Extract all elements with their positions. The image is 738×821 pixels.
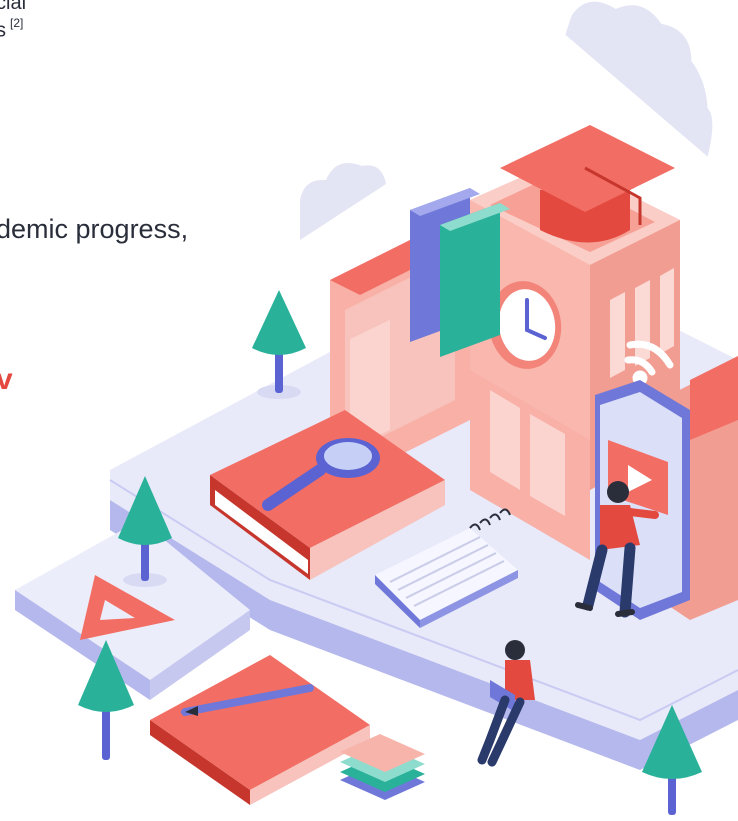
education-illustration xyxy=(15,1,738,815)
cloud-icon xyxy=(300,163,386,240)
tablet-device xyxy=(595,380,690,620)
roof-books xyxy=(410,188,510,357)
closed-book-lower xyxy=(150,655,370,805)
cloud-icon xyxy=(565,1,713,157)
